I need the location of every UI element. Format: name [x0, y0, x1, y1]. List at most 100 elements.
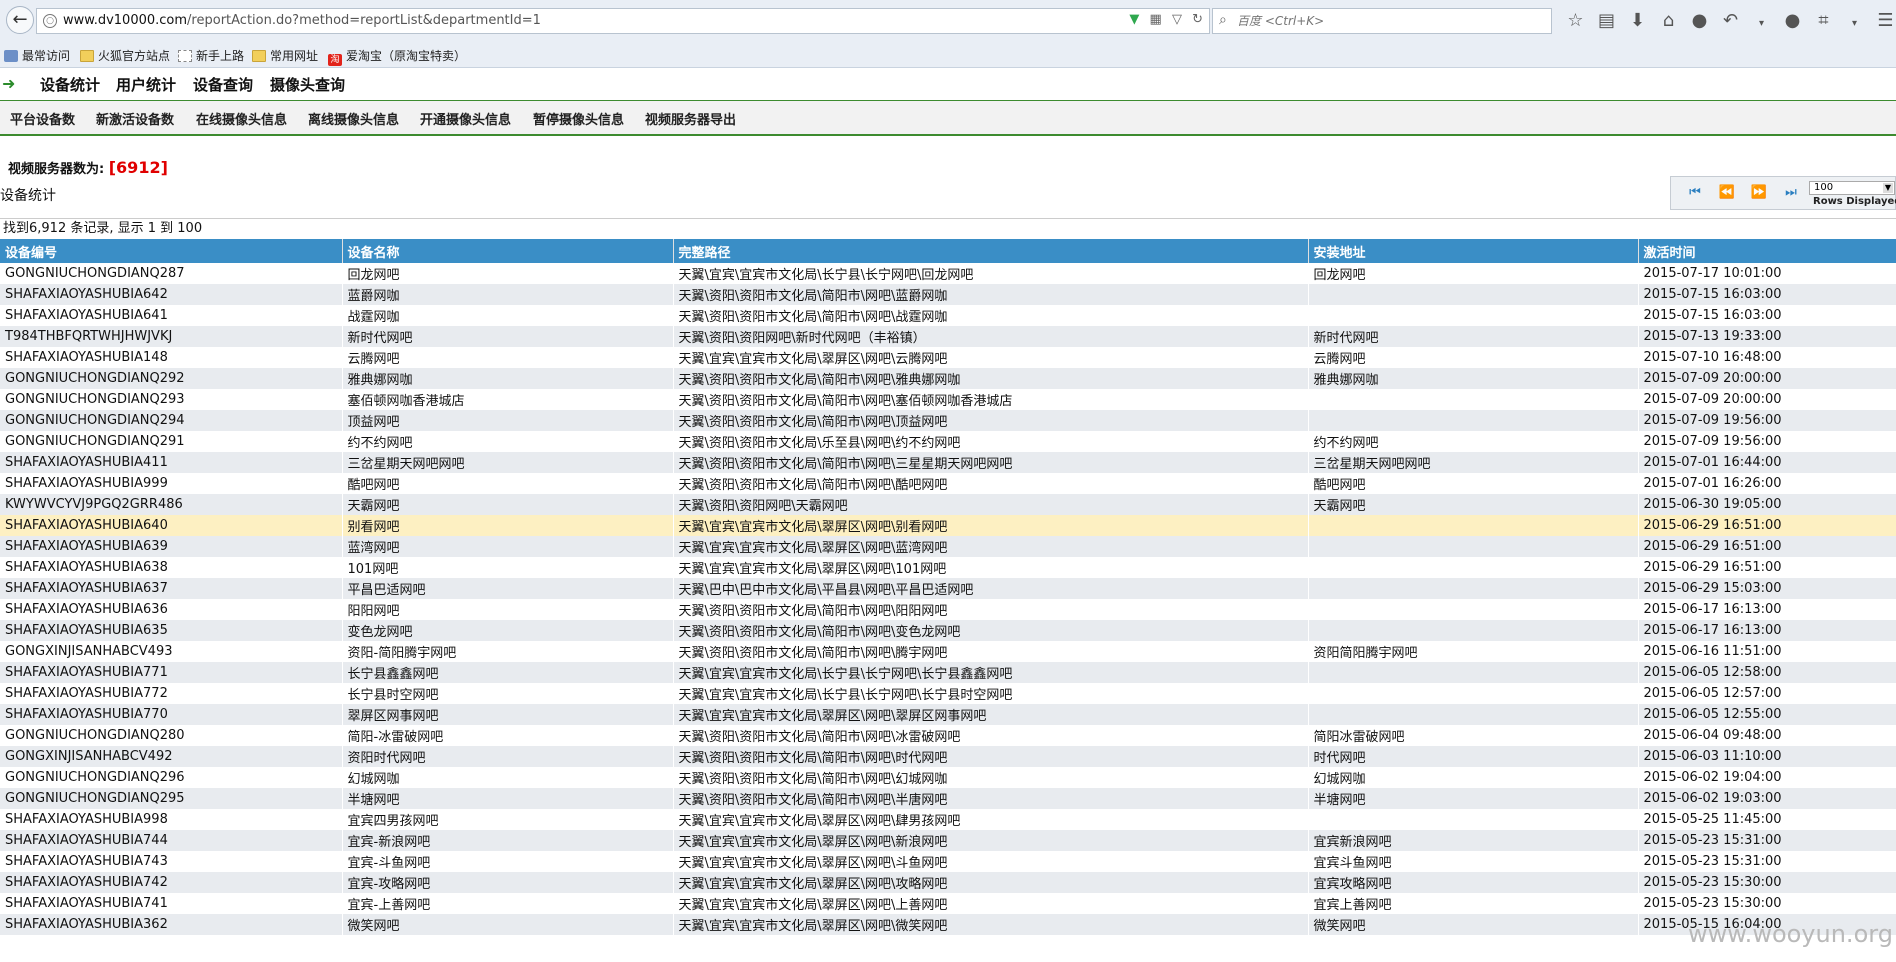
download-icon[interactable]: ⬇ [1622, 10, 1653, 31]
subnav-opened-cameras[interactable]: 开通摄像头信息 [420, 109, 511, 128]
column-header[interactable]: 安装地址 [1308, 239, 1639, 263]
table-cell: 天翼\宜宾\宜宾市文化局\翠屏区\网吧\斗鱼网吧 [673, 851, 1309, 872]
chevron-down-icon[interactable]: ▾ [1746, 18, 1777, 29]
table-cell: 101网吧 [342, 557, 674, 578]
table-cell: 2015-06-29 16:51:00 [1638, 515, 1896, 536]
column-header[interactable]: 设备编号 [0, 239, 343, 263]
back-button[interactable]: ← [6, 6, 34, 34]
subnav-platform-devices[interactable]: 平台设备数 [10, 109, 75, 128]
bookmark-item[interactable]: 最常访问 [4, 47, 70, 64]
table-row[interactable]: SHAFAXIAOYASHUBIA362 微笑网吧 天翼\宜宾\宜宾市文化局\翠屏区… [0, 914, 1896, 935]
table-cell: SHAFAXIAOYASHUBIA771 [0, 662, 343, 683]
table-cell: GONGXINJISANHABCV493 [0, 641, 343, 662]
table-row[interactable]: SHAFAXIAOYASHUBIA636 阳阳网吧 天翼\资阳\资阳市文化局\简阳市… [0, 599, 1896, 620]
bookmark-item[interactable]: 常用网址 [252, 47, 318, 64]
bookmark-star-icon[interactable]: ☆ [1560, 10, 1591, 31]
table-row[interactable]: SHAFAXIAOYASHUBIA635 变色龙网吧 天翼\资阳\资阳市文化局\简阳… [0, 620, 1896, 641]
bookmarks-bar: 最常访问 火狐官方站点 新手上路 常用网址 淘爱淘宝（原淘宝特卖） [0, 42, 1896, 68]
records-found: 找到6,912 条记录, 显示 1 到 100 [0, 218, 1896, 239]
table-row[interactable]: GONGXINJISANHABCV492 资阳时代网吧 天翼\资阳\资阳市文化局\简… [0, 746, 1896, 767]
table-row[interactable]: GONGNIUCHONGDIANQ296 幻城网咖 天翼\资阳\资阳市文化局\简阳市… [0, 767, 1896, 788]
table-row[interactable]: KWYWVCYVJ9PGQ2GRR486 天霸网吧 天翼\资阳\资阳网吧\天霸网吧天… [0, 494, 1896, 515]
nav-camera-query[interactable]: 摄像头查询 [270, 74, 345, 95]
table-row[interactable]: SHAFAXIAOYASHUBIA639 蓝湾网吧 天翼\宜宾\宜宾市文化局\翠屏区… [0, 536, 1896, 557]
column-header[interactable]: 完整路径 [673, 239, 1309, 263]
table-cell: GONGNIUCHONGDIANQ287 [0, 263, 343, 284]
dropdown-icon[interactable]: ▽ [1172, 12, 1182, 27]
crop-icon[interactable]: ⌗ [1808, 10, 1839, 31]
table-cell [1308, 620, 1639, 641]
subnav-paused-cameras[interactable]: 暂停摄像头信息 [533, 109, 624, 128]
table-cell: 2015-05-23 15:30:00 [1638, 872, 1896, 893]
table-row[interactable]: SHAFAXIAOYASHUBIA743 宜宾-斗鱼网吧 天翼\宜宾\宜宾市文化局\… [0, 851, 1896, 872]
column-header[interactable]: 设备名称 [342, 239, 674, 263]
table-row[interactable]: GONGNIUCHONGDIANQ292 雅典娜网咖 天翼\资阳\资阳市文化局\简阳… [0, 368, 1896, 389]
qr-code-icon[interactable]: ▦ [1150, 12, 1162, 27]
subnav-online-cameras[interactable]: 在线摄像头信息 [196, 109, 287, 128]
nav-device-query[interactable]: 设备查询 [193, 74, 253, 95]
undo-icon[interactable]: ↶ [1715, 10, 1746, 31]
home-icon[interactable]: ⌂ [1653, 10, 1684, 31]
table-row[interactable]: SHAFAXIAOYASHUBIA148 云腾网吧 天翼\宜宾\宜宾市文化局\翠屏区… [0, 347, 1896, 368]
table-row[interactable]: GONGNIUCHONGDIANQ293 塞佰顿网咖香港城店 天翼\资阳\资阳市文化… [0, 389, 1896, 410]
table-row[interactable]: GONGNIUCHONGDIANQ280 简阳-冰雷破网吧 天翼\资阳\资阳市文化局… [0, 725, 1896, 746]
table-row[interactable]: SHAFAXIAOYASHUBIA642 蓝爵网咖 天翼\资阳\资阳市文化局\简阳市… [0, 284, 1896, 305]
table-row[interactable]: GONGNIUCHONGDIANQ295 半塘网吧 天翼\资阳\资阳市文化局\简阳市… [0, 788, 1896, 809]
nav-device-stats[interactable]: 设备统计 [40, 74, 100, 95]
last-page-button[interactable]: ⏭ [1781, 183, 1801, 203]
bookmark-item[interactable]: 新手上路 [178, 47, 244, 64]
table-row[interactable]: SHAFAXIAOYASHUBIA999 酷吧网吧 天翼\资阳\资阳市文化局\简阳市… [0, 473, 1896, 494]
message-icon[interactable]: ● [1777, 10, 1808, 31]
server-count-value: [6912] [108, 158, 168, 177]
table-row[interactable]: GONGNIUCHONGDIANQ294 顶益网吧 天翼\资阳\资阳市文化局\简阳市… [0, 410, 1896, 431]
table-header-row: 设备编号 设备名称 完整路径 安装地址 激活时间 [0, 239, 1896, 263]
table-row[interactable]: SHAFAXIAOYASHUBIA742 宜宾-攻略网吧 天翼\宜宾\宜宾市文化局\… [0, 872, 1896, 893]
first-page-button[interactable]: ⏮ [1685, 183, 1705, 203]
server-count-label: 视频服务器数为: [8, 162, 105, 177]
table-cell: 天翼\资阳\资阳市文化局\简阳市\网吧\蓝爵网咖 [673, 284, 1309, 305]
table-row[interactable]: SHAFAXIAOYASHUBIA772 长宁县时空网吧 天翼\宜宾\宜宾市文化局\… [0, 683, 1896, 704]
table-row[interactable]: SHAFAXIAOYASHUBIA741 宜宾-上善网吧 天翼\宜宾\宜宾市文化局\… [0, 893, 1896, 914]
search-bar[interactable]: ⌕ [1212, 8, 1552, 34]
column-header[interactable]: 激活时间 [1638, 239, 1896, 263]
table-row[interactable]: SHAFAXIAOYASHUBIA641 战霆网咖 天翼\资阳\资阳市文化局\简阳市… [0, 305, 1896, 326]
table-row[interactable]: SHAFAXIAOYASHUBIA637 平昌巴适网吧 天翼\巴中\巴中市文化局\平… [0, 578, 1896, 599]
address-bar[interactable]: ○ www.dv10000.com/reportAction.do?method… [36, 8, 1210, 34]
table-row[interactable]: SHAFAXIAOYASHUBIA770 翠屏区网事网吧 天翼\宜宾\宜宾市文化局\… [0, 704, 1896, 725]
table-row[interactable]: SHAFAXIAOYASHUBIA638 101网吧 天翼\宜宾\宜宾市文化局\翠屏… [0, 557, 1896, 578]
table-cell: 天翼\资阳\资阳市文化局\简阳市\网吧\半唐网吧 [673, 788, 1309, 809]
table-row[interactable]: SHAFAXIAOYASHUBIA744 宜宾-新浪网吧 天翼\宜宾\宜宾市文化局\… [0, 830, 1896, 851]
bookmark-item[interactable]: 淘爱淘宝（原淘宝特卖） [328, 47, 466, 66]
menu-icon[interactable]: ☰ [1870, 10, 1896, 31]
bookmark-item[interactable]: 火狐官方站点 [80, 47, 170, 64]
table-cell: 2015-05-23 15:31:00 [1638, 830, 1896, 851]
subnav-new-activated[interactable]: 新激活设备数 [96, 109, 174, 128]
table-row[interactable]: SHAFAXIAOYASHUBIA640 别看网吧 天翼\宜宾\宜宾市文化局\翠屏区… [0, 515, 1896, 536]
table-cell: 2015-06-02 19:03:00 [1638, 788, 1896, 809]
table-row[interactable]: SHAFAXIAOYASHUBIA998 宜宾四男孩网吧 天翼\宜宾\宜宾市文化局\… [0, 809, 1896, 830]
table-row[interactable]: GONGXINJISANHABCV493 资阳-简阳腾宇网吧 天翼\资阳\资阳市文化… [0, 641, 1896, 662]
reading-list-icon[interactable]: ▤ [1591, 10, 1622, 31]
table-cell: 蓝湾网吧 [342, 536, 674, 557]
nav-user-stats[interactable]: 用户统计 [116, 74, 176, 95]
table-row[interactable]: SHAFAXIAOYASHUBIA411 三岔星期天网吧网吧 天翼\资阳\资阳市文化… [0, 452, 1896, 473]
chat-icon[interactable]: ● [1684, 10, 1715, 31]
subnav-offline-cameras[interactable]: 离线摄像头信息 [308, 109, 399, 128]
table-cell: 天翼\宜宾\宜宾市文化局\翠屏区\网吧\别看网吧 [673, 515, 1309, 536]
shield-icon[interactable]: ▼ [1129, 12, 1139, 27]
subnav-export-servers[interactable]: 视频服务器导出 [645, 109, 736, 128]
table-cell: 2015-07-10 16:48:00 [1638, 347, 1896, 368]
table-cell: 天翼\宜宾\宜宾市文化局\翠屏区\网吧\上善网吧 [673, 893, 1309, 914]
table-row[interactable]: T984THBFQRTWHJHWJVKJ 新时代网吧 天翼\资阳\资阳网吧\新时代网… [0, 326, 1896, 347]
reload-icon[interactable]: ↻ [1192, 12, 1203, 27]
table-row[interactable]: GONGNIUCHONGDIANQ287 回龙网吧 天翼\宜宾\宜宾市文化局\长宁县… [0, 263, 1896, 284]
rows-per-page-select[interactable]: 100 ▼ [1809, 181, 1895, 195]
search-input[interactable] [1237, 11, 1537, 31]
table-cell: SHAFAXIAOYASHUBIA636 [0, 599, 343, 620]
prev-page-button[interactable]: ⏪ [1717, 183, 1737, 203]
chevron-down-icon[interactable]: ▾ [1839, 18, 1870, 29]
next-page-button[interactable]: ⏩ [1749, 183, 1769, 203]
table-row[interactable]: GONGNIUCHONGDIANQ291 约不约网吧 天翼\资阳\资阳市文化局\乐至… [0, 431, 1896, 452]
table-row[interactable]: SHAFAXIAOYASHUBIA771 长宁县鑫鑫网吧 天翼\宜宾\宜宾市文化局\… [0, 662, 1896, 683]
url-text[interactable]: www.dv10000.com/reportAction.do?method=r… [63, 13, 541, 28]
